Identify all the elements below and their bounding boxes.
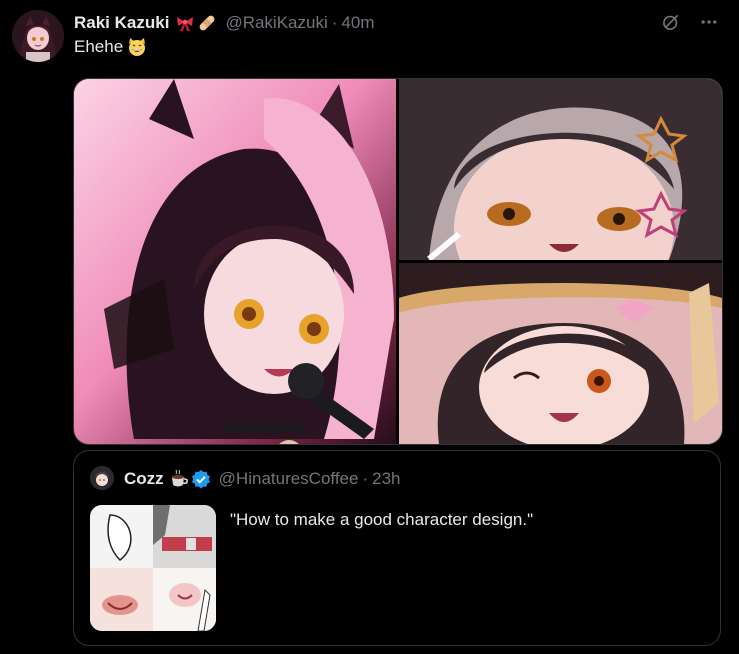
media-image-1[interactable] — [74, 79, 396, 444]
quoted-author-display-name[interactable]: Cozz — [124, 469, 164, 489]
quoted-tweet-text: "How to make a good character design." — [230, 510, 534, 529]
media-grid — [73, 78, 723, 445]
verified-badge-icon[interactable] — [191, 469, 211, 489]
media-image-2[interactable] — [399, 79, 722, 260]
top-actions — [659, 10, 721, 34]
separator-dot: · — [331, 13, 338, 32]
quoted-tweet-timestamp[interactable]: 23h — [372, 469, 400, 489]
coffee-emoji-icon — [169, 469, 189, 489]
tweet-text: Ehehe — [74, 37, 149, 57]
author-avatar[interactable] — [12, 10, 64, 62]
quoted-author-avatar[interactable] — [90, 466, 114, 490]
quoted-author-handle[interactable]: @HinaturesCoffee — [219, 469, 359, 489]
tweet-timestamp[interactable]: 40m — [341, 13, 374, 33]
author-handle[interactable]: @RakiKazuki — [225, 13, 327, 33]
quoted-tweet-header: Cozz @HinaturesCoffee · 23h — [124, 467, 401, 491]
more-icon[interactable] — [697, 10, 721, 34]
author-display-name[interactable]: Raki Kazuki — [74, 13, 169, 33]
grok-icon[interactable] — [659, 10, 683, 34]
ribbon-emoji-icon — [175, 13, 195, 33]
media-image-3[interactable] — [399, 263, 722, 444]
tweet: Raki Kazuki @RakiKazuki · 40m Ehehe Cozz… — [0, 0, 739, 654]
tweet-header: Raki Kazuki @RakiKazuki · 40m — [74, 11, 374, 35]
tweet-text-content: Ehehe — [74, 37, 124, 56]
bandage-emoji-icon — [197, 13, 217, 33]
quoted-tweet[interactable]: Cozz @HinaturesCoffee · 23h "How to make… — [73, 450, 721, 646]
separator-dot: · — [362, 469, 369, 488]
grinning-cat-emoji-icon — [127, 37, 147, 57]
quoted-media-thumbnail[interactable] — [90, 505, 216, 631]
